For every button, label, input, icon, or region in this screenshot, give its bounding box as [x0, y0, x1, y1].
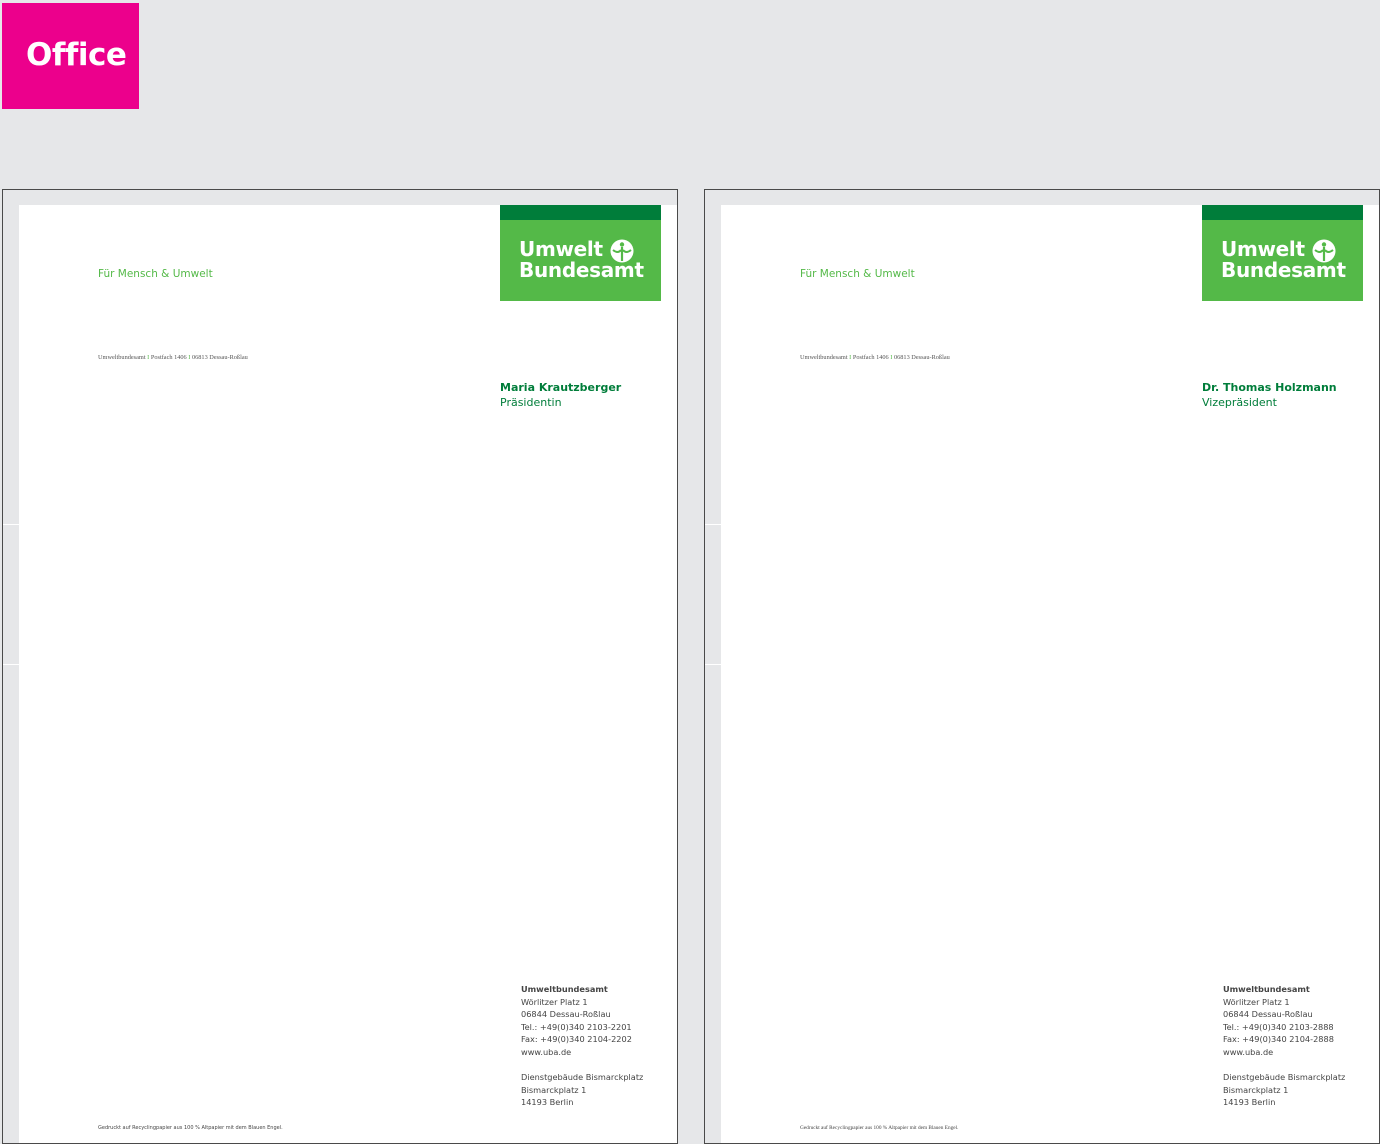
sender-line: Umweltbundesamt I Postfach 1406 I 06813 …	[98, 354, 248, 361]
motto: Für Mensch & Umwelt	[800, 268, 915, 280]
address-street: Wörlitzer Platz 1	[1223, 996, 1290, 1007]
fold-mark	[705, 664, 721, 665]
sender-postbox: Postfach 1406	[852, 354, 889, 361]
address-web: www.uba.de	[1223, 1046, 1274, 1057]
person-name: Maria Krautzberger	[500, 381, 622, 394]
sender-line: Umweltbundesamt I Postfach 1406 I 06813 …	[800, 354, 950, 361]
letter-paper: Umwelt Bundesamt Für Mensch & Umwelt Umw…	[19, 205, 677, 1143]
address-web: www.uba.de	[521, 1046, 572, 1057]
address-tel: Tel.: +49(0)340 2103-2888	[1223, 1021, 1334, 1032]
section-label: Office	[2, 3, 139, 109]
fold-mark	[3, 524, 19, 525]
motto: Für Mensch & Umwelt	[98, 268, 213, 280]
address-building: Dienstgebäude Bismarckplatz	[521, 1072, 644, 1083]
address-street: Wörlitzer Platz 1	[521, 996, 588, 1007]
sender-separator: I	[147, 354, 150, 361]
address-city: 06844 Dessau-Roßlau	[1223, 1009, 1313, 1020]
sender-postbox: Postfach 1406	[150, 354, 187, 361]
address-building: Dienstgebäude Bismarckplatz	[1223, 1072, 1346, 1083]
person-role: Vizepräsident	[1202, 396, 1277, 409]
logo-top-bar	[500, 205, 661, 220]
letter-paper: Umwelt Bundesamt Für Mensch & Umwelt Umw…	[721, 205, 1379, 1143]
address-block: Umweltbundesamt Wörlitzer Platz 1 06844 …	[1223, 983, 1345, 1109]
sender-separator: I	[188, 354, 191, 361]
uba-logo: Umwelt Bundesamt	[1202, 205, 1363, 301]
sender-city: 06813 Dessau-Roßlau	[893, 354, 950, 361]
logo-word-bundesamt: Bundesamt	[1221, 258, 1346, 282]
footnote: Gedruckt auf Recyclingpapier aus 100 % A…	[98, 1125, 283, 1131]
uba-emblem-icon	[1312, 239, 1336, 263]
sender-org: Umweltbundesamt	[800, 354, 848, 361]
address-org: Umweltbundesamt	[1223, 984, 1310, 994]
letterhead-sheet-right: Umwelt Bundesamt Für Mensch & Umwelt Umw…	[704, 189, 1380, 1144]
person-role: Präsidentin	[500, 396, 562, 409]
address-city2: 14193 Berlin	[521, 1097, 574, 1108]
sender-city: 06813 Dessau-Roßlau	[191, 354, 248, 361]
address-block: Umweltbundesamt Wörlitzer Platz 1 06844 …	[521, 983, 643, 1109]
address-tel: Tel.: +49(0)340 2103-2201	[521, 1021, 632, 1032]
fold-mark	[705, 524, 721, 525]
fold-mark	[3, 664, 19, 665]
person-name: Dr. Thomas Holzmann	[1202, 381, 1337, 394]
logo-word-bundesamt: Bundesamt	[519, 258, 644, 282]
sender-org: Umweltbundesamt	[98, 354, 146, 361]
letterhead-sheet-left: Umwelt Bundesamt Für Mensch & Umwelt Umw…	[2, 189, 678, 1144]
address-city2: 14193 Berlin	[1223, 1097, 1276, 1108]
sender-separator: I	[890, 354, 893, 361]
uba-logo: Umwelt Bundesamt	[500, 205, 661, 301]
logo-word-umwelt: Umwelt	[519, 237, 603, 261]
address-org: Umweltbundesamt	[521, 984, 608, 994]
sender-separator: I	[849, 354, 852, 361]
address-street2: Bismarckplatz 1	[521, 1084, 587, 1095]
address-fax: Fax: +49(0)340 2104-2202	[521, 1034, 632, 1045]
logo-word-umwelt: Umwelt	[1221, 237, 1305, 261]
address-city: 06844 Dessau-Roßlau	[521, 1009, 611, 1020]
address-fax: Fax: +49(0)340 2104-2888	[1223, 1034, 1334, 1045]
address-street2: Bismarckplatz 1	[1223, 1084, 1289, 1095]
logo-top-bar	[1202, 205, 1363, 220]
footnote: Gedruckt auf Recyclingpapier aus 100 % A…	[800, 1125, 959, 1131]
uba-emblem-icon	[610, 239, 634, 263]
